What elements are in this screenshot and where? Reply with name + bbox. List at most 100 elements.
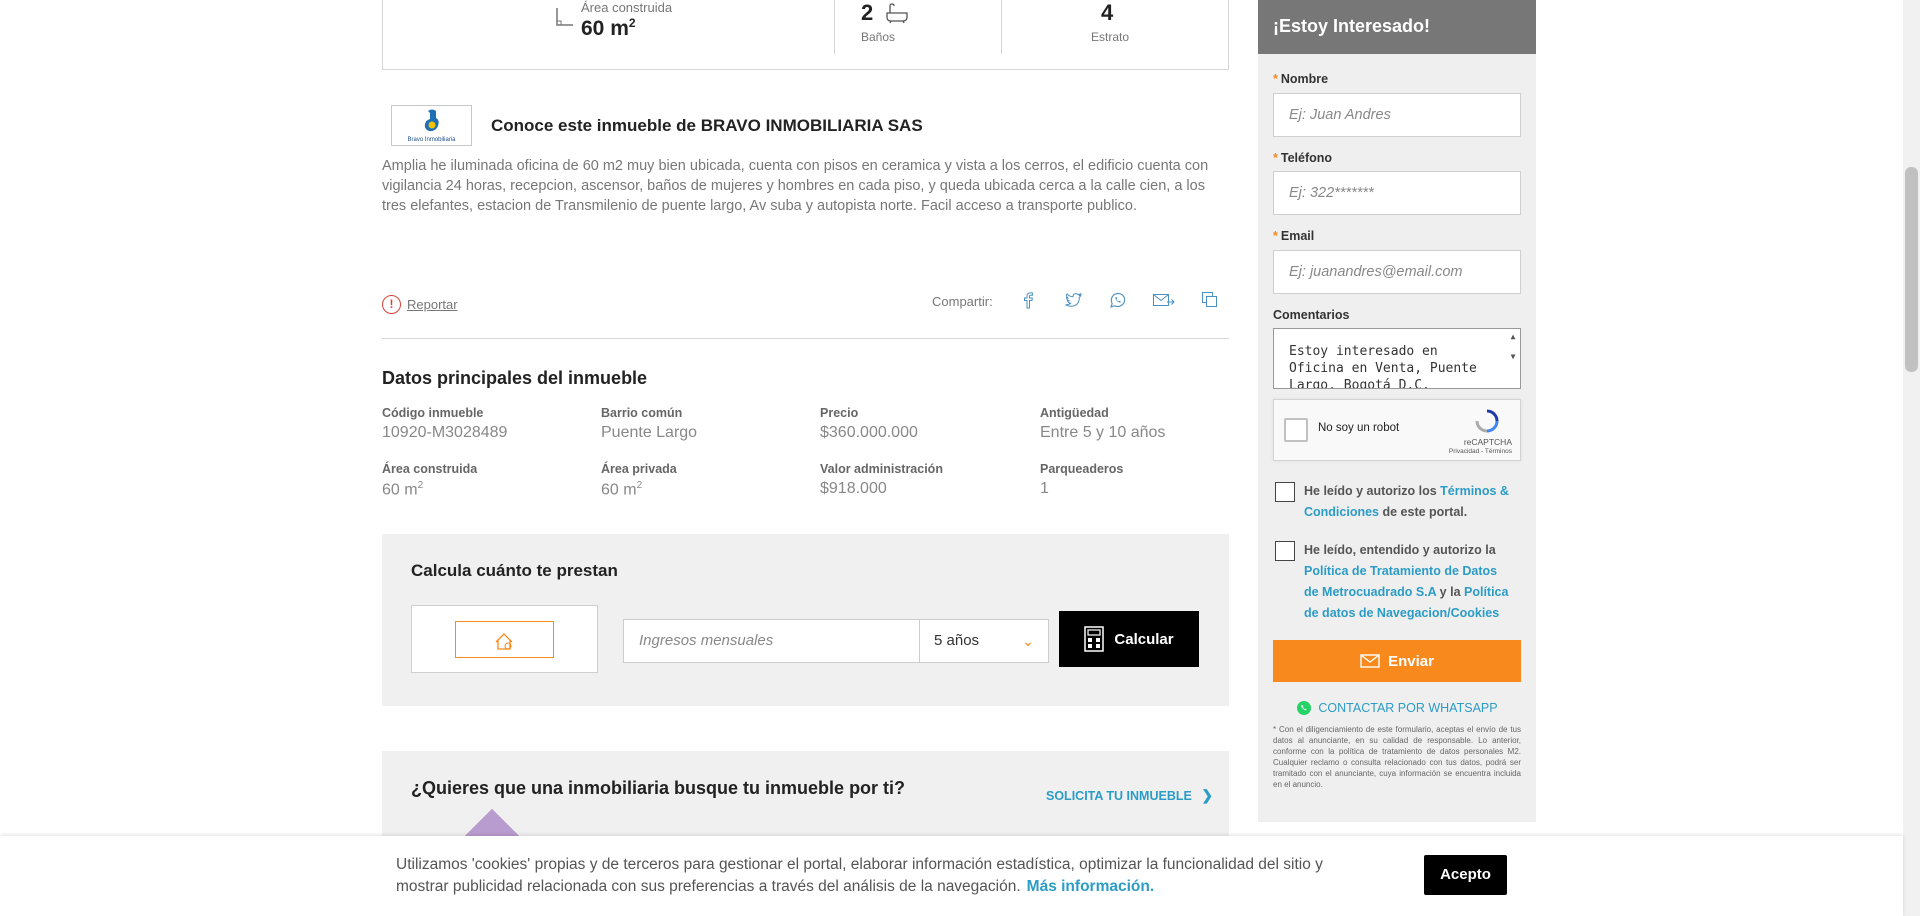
telefono-input[interactable]: Ej: 322******* xyxy=(1273,171,1521,215)
form-header: ¡Estoy Interesado! xyxy=(1258,0,1536,54)
agency-title: Conoce este inmueble de BRAVO INMOBILIAR… xyxy=(491,116,923,135)
datos-title: Datos principales del inmueble xyxy=(382,368,648,388)
request-property-link-label: SOLICITA TU INMUEBLE xyxy=(1046,789,1192,803)
email-label: * Email xyxy=(1273,229,1315,243)
recaptcha-brand: reCAPTCHA xyxy=(1463,437,1512,447)
twitter-icon[interactable] xyxy=(1063,290,1083,310)
envelope-icon xyxy=(1360,654,1380,668)
submit-button[interactable]: Enviar xyxy=(1273,640,1521,682)
recaptcha-checkbox[interactable] xyxy=(1284,418,1308,442)
dato-antiguedad: Antigüedad Entre 5 y 10 años xyxy=(1040,406,1165,442)
dato-area-privada: Área privada 60 m2 xyxy=(601,462,677,499)
alert-icon: ! xyxy=(382,295,401,314)
whatsapp-contact-label: CONTACTAR POR WHATSAPP xyxy=(1318,701,1498,715)
feature-divider xyxy=(834,0,835,54)
property-description: Amplia he iluminada oficina de 60 m2 muy… xyxy=(382,158,1209,214)
banos-label: Baños xyxy=(861,30,896,44)
terms-checkbox[interactable] xyxy=(1275,482,1295,502)
chevron-down-icon: ⌄ xyxy=(1022,633,1034,649)
term-select[interactable]: 5 años ⌄ xyxy=(919,619,1049,663)
email-share-icon[interactable] xyxy=(1152,290,1176,310)
calculate-button-label: Calcular xyxy=(1114,630,1174,648)
nombre-input[interactable]: Ej: Juan Andres xyxy=(1273,93,1521,137)
scrollbar-thumb[interactable] xyxy=(1905,167,1918,372)
policy-checkbox[interactable] xyxy=(1275,541,1295,561)
dato-value: 10920-M3028489 xyxy=(382,424,508,441)
dato-label: Código inmueble xyxy=(382,406,484,420)
chevron-right-icon: ❯ xyxy=(1201,787,1214,803)
feature-divider xyxy=(1001,0,1002,54)
recaptcha-icon xyxy=(1475,409,1499,433)
banos-value: 2 xyxy=(861,0,874,25)
cookie-text: Utilizamos 'cookies' propias y de tercer… xyxy=(396,856,1323,895)
contact-form-panel: ¡Estoy Interesado! * Nombre Ej: Juan Andr… xyxy=(1258,0,1536,822)
cookie-banner: Utilizamos 'cookies' propias y de tercer… xyxy=(0,836,1903,916)
request-property-link[interactable]: SOLICITA TU INMUEBLE ❯ xyxy=(1046,787,1213,804)
accept-cookies-button[interactable]: Acepto xyxy=(1424,855,1507,895)
email-input[interactable]: Ej: juanandres@email.com xyxy=(1273,250,1521,294)
dato-value: 60 m2 xyxy=(601,480,643,499)
dato-label: Barrio común xyxy=(601,406,683,420)
calculator-image xyxy=(411,605,598,673)
calculator-icon xyxy=(1084,626,1105,652)
dato-value: Puente Largo xyxy=(601,424,698,441)
area-value: 60 m2 xyxy=(581,16,636,40)
more-info-link[interactable]: Más información. xyxy=(1027,878,1154,895)
dato-value: 60 m2 xyxy=(382,480,424,499)
calculate-button[interactable]: Calcular xyxy=(1059,611,1199,667)
agency-logo-image: Bravo Inmobiliaria xyxy=(407,109,456,143)
recaptcha-label: No soy un robot xyxy=(1318,422,1400,434)
comentarios-label: Comentarios xyxy=(1273,308,1350,322)
calculator-image-frame xyxy=(455,621,554,658)
area-label: Área construida xyxy=(581,0,673,15)
request-property-title: ¿Quieres que una inmobiliaria busque tu … xyxy=(411,778,906,798)
dato-label: Área privada xyxy=(601,462,677,476)
whatsapp-icon[interactable] xyxy=(1108,290,1128,310)
income-input[interactable]: Ingresos mensuales xyxy=(623,619,946,663)
dato-value: $360.000.000 xyxy=(820,424,918,441)
estrato-label: Estrato xyxy=(1091,30,1130,44)
recaptcha-terms[interactable]: Privacidad - Términos xyxy=(1449,448,1512,455)
comentarios-textarea[interactable]: Estoy interesado en Oficina en Venta, Pu… xyxy=(1273,328,1521,389)
legal-disclaimer: * Con el diligenciamiento de este formul… xyxy=(1273,725,1521,789)
dato-parqueaderos: Parqueaderos 1 xyxy=(1040,462,1123,498)
dato-label: Valor administración xyxy=(820,462,943,476)
whatsapp-contact-link[interactable]: CONTACTAR POR WHATSAPP xyxy=(1258,700,1536,716)
submit-button-label: Enviar xyxy=(1388,652,1434,670)
terms-text: He leído y autorizo los Términos & Condi… xyxy=(1304,484,1509,519)
whatsapp-icon xyxy=(1297,701,1312,715)
recaptcha-widget: No soy un robot reCAPTCHA Privacidad - T… xyxy=(1273,399,1521,461)
dato-codigo: Código inmueble 10920-M3028489 xyxy=(382,406,507,442)
area-icon xyxy=(556,8,573,26)
page-scrollbar[interactable] xyxy=(1903,0,1920,916)
comentarios-value: Estoy interesado en Oficina en Venta, Pu… xyxy=(1289,344,1477,389)
report-label: Reportar xyxy=(407,297,458,312)
agency-logo[interactable]: Bravo Inmobiliaria xyxy=(391,105,472,146)
section-divider xyxy=(382,338,1229,339)
property-features-box: Área construida 60 m2 2 Baños 4 Estrato xyxy=(382,0,1229,70)
dato-label: Precio xyxy=(820,406,859,420)
dato-label: Área construida xyxy=(382,462,478,476)
svg-text:Bravo Inmobiliaria: Bravo Inmobiliaria xyxy=(407,137,456,143)
dato-value: Entre 5 y 10 años xyxy=(1040,424,1166,441)
term-select-value: 5 años xyxy=(934,632,980,649)
dato-label: Parqueaderos xyxy=(1040,462,1124,476)
nombre-label: * Nombre xyxy=(1273,72,1329,86)
house-money-icon xyxy=(495,633,513,650)
dato-administracion: Valor administración $918.000 xyxy=(820,462,943,498)
dato-value: $918.000 xyxy=(820,480,887,497)
telefono-label: * Teléfono xyxy=(1273,151,1333,165)
dato-value: 1 xyxy=(1040,480,1049,497)
dato-precio: Precio $360.000.000 xyxy=(820,406,918,442)
report-link[interactable]: ! Reportar xyxy=(382,295,458,314)
policy-text: He leído, entendido y autorizo la Políti… xyxy=(1304,543,1509,620)
dato-label: Antigüedad xyxy=(1040,406,1109,420)
facebook-icon[interactable] xyxy=(1018,290,1038,310)
share-label: Compartir: xyxy=(932,294,993,309)
calculator-title: Calcula cuánto te prestan xyxy=(411,561,618,580)
bathtub-icon xyxy=(886,3,908,24)
estrato-value: 4 xyxy=(1101,0,1114,25)
textarea-scrollbar[interactable]: ▲ ▼ xyxy=(1508,332,1518,386)
dato-area-construida: Área construida 60 m2 xyxy=(382,462,477,499)
copy-link-icon[interactable] xyxy=(1200,290,1220,310)
